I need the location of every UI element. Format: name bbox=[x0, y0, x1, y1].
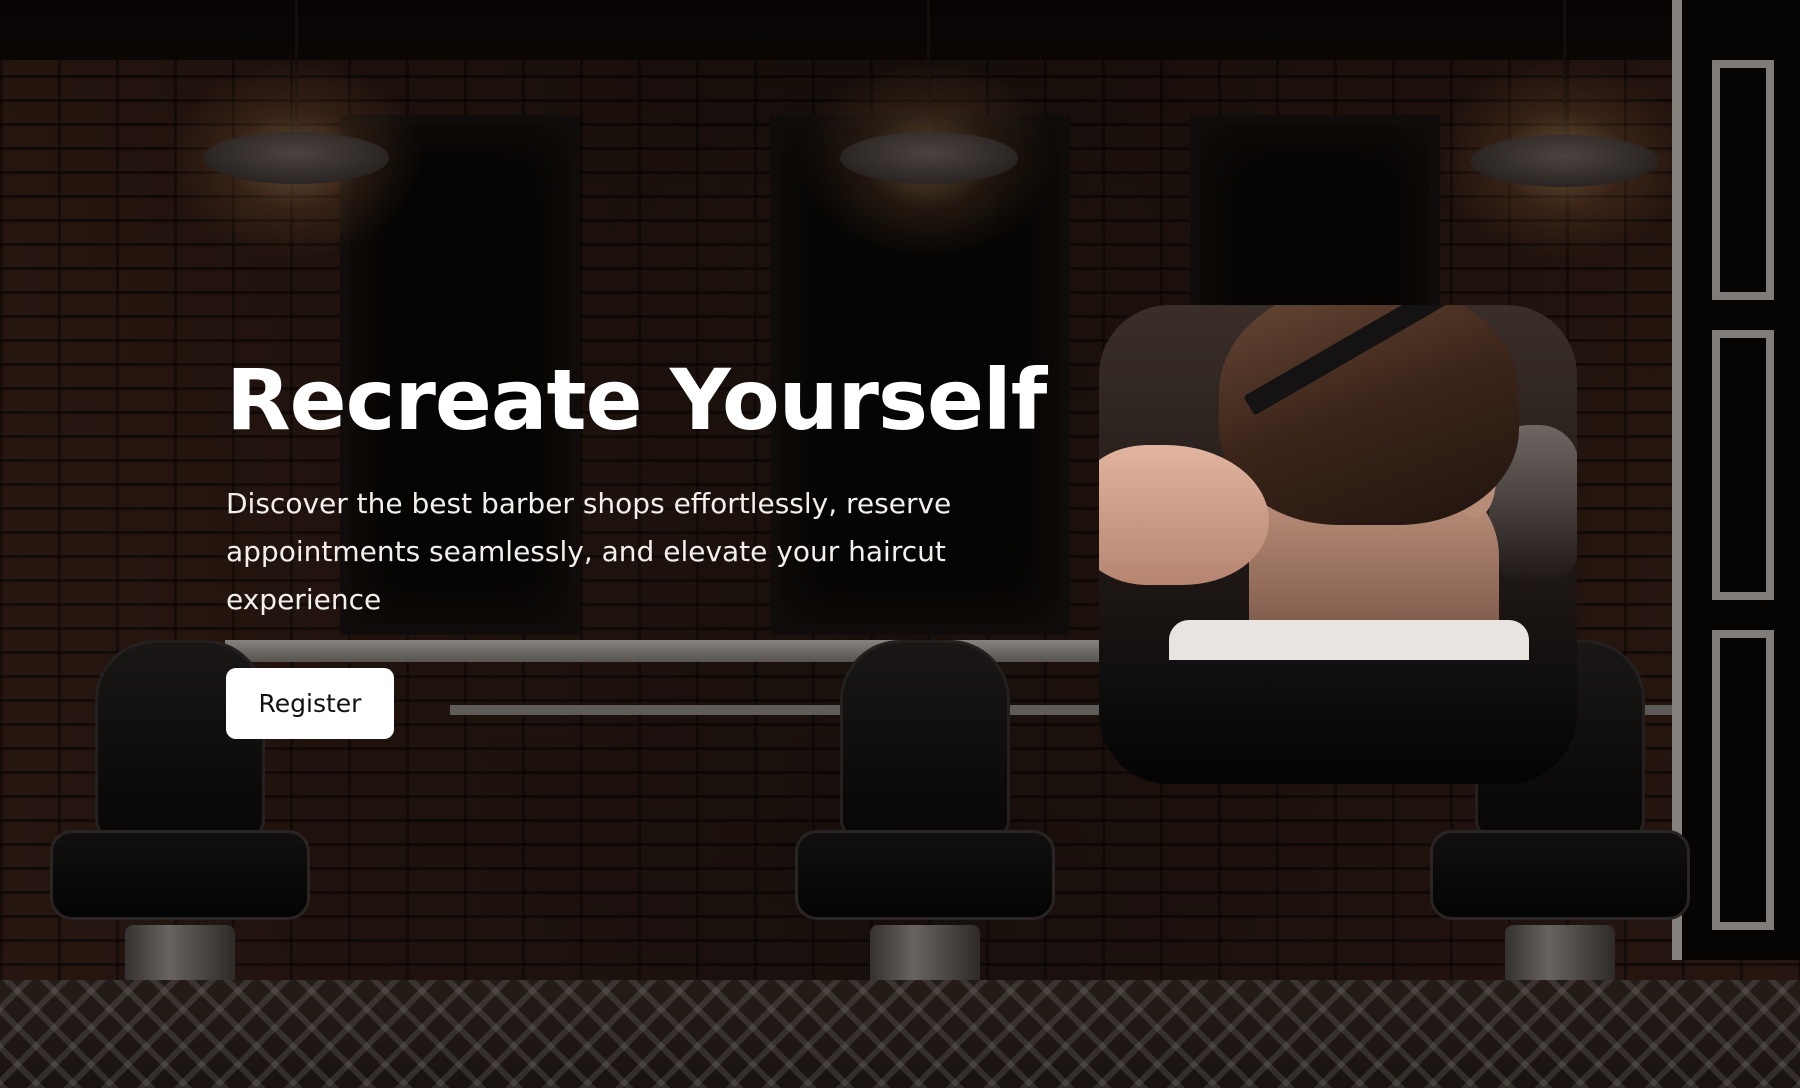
hero-content: Recreate Yourself Discover the best barb… bbox=[226, 350, 1047, 739]
barber-cape bbox=[1099, 660, 1577, 784]
hero-subtitle: Discover the best barber shops effortles… bbox=[226, 487, 952, 616]
haircut-feature-image bbox=[1099, 305, 1577, 784]
register-button[interactable]: Register bbox=[226, 668, 394, 739]
hero-title: Recreate Yourself bbox=[226, 351, 1047, 449]
